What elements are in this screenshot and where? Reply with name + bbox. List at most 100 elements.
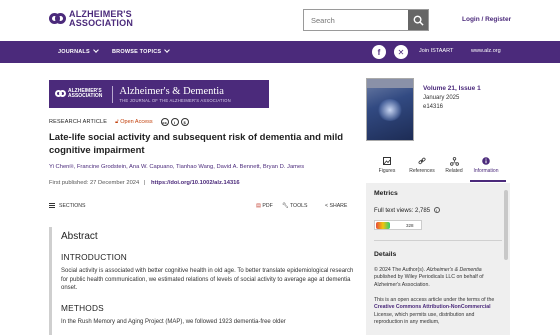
journal-tagline: THE JOURNAL OF THE ALZHEIMER'S ASSOCIATI… bbox=[119, 97, 231, 103]
open-access-badge[interactable]: 🔓︎ Open Access bbox=[115, 119, 153, 126]
panel-scrollbar[interactable] bbox=[504, 190, 508, 260]
methods-text: In the Rush Memory and Aging Project (MA… bbox=[61, 318, 286, 325]
metrics-heading: Metrics bbox=[374, 190, 398, 197]
share-label: SHARE bbox=[329, 203, 348, 209]
info-tabs: Figures References Related Information bbox=[370, 156, 510, 180]
information-panel: Metrics Full text views: 2,785 i 328 Det… bbox=[366, 183, 510, 335]
open-access-statement: This is an open access article under the… bbox=[374, 297, 502, 326]
oa-text-1: This is an open access article under the… bbox=[374, 297, 495, 303]
chevron-down-icon bbox=[93, 47, 99, 53]
cc-icon: cc bbox=[160, 118, 169, 126]
search-box bbox=[303, 9, 429, 31]
logo-line-2: ASSOCIATION bbox=[69, 17, 134, 28]
image-icon bbox=[383, 157, 391, 165]
network-icon bbox=[449, 156, 459, 166]
copyright-text: © 2024 The Author(s). Alzheimer's & Deme… bbox=[374, 267, 502, 289]
active-tab-indicator bbox=[470, 180, 506, 182]
journal-name: Alzheimer's & Dementia bbox=[119, 85, 224, 97]
banner-logo-line-2: ASSOCIATION bbox=[68, 93, 103, 99]
article-title: Late-life social activity and subsequent… bbox=[49, 132, 344, 156]
issue-volume-link[interactable]: Volume 21, Issue 1 bbox=[423, 84, 481, 94]
views-label: Full text views: bbox=[374, 208, 414, 214]
pdf-button[interactable]: ▤ PDF bbox=[256, 203, 273, 209]
journals-menu[interactable]: JOURNALS bbox=[58, 47, 99, 55]
info-circle-icon[interactable]: i bbox=[433, 207, 440, 213]
wrench-icon: 🔧︎ bbox=[282, 203, 289, 209]
menu-lines-icon bbox=[49, 203, 55, 210]
banner-logo-icon bbox=[55, 89, 66, 99]
sections-label: SECTIONS bbox=[59, 203, 86, 210]
copyright-prefix: © 2024 The Author(s). bbox=[374, 267, 426, 273]
sections-button[interactable]: SECTIONS bbox=[49, 203, 86, 210]
share-button[interactable]: < SHARE bbox=[325, 203, 347, 209]
tab-figures-label: Figures bbox=[378, 168, 396, 174]
x-twitter-icon[interactable]: ✕ bbox=[394, 45, 408, 59]
pdf-icon: ▤ bbox=[256, 203, 261, 209]
tab-references-label: References bbox=[409, 168, 435, 174]
journal-cover-image[interactable] bbox=[366, 78, 414, 141]
tab-figures[interactable]: Figures bbox=[370, 156, 404, 174]
search-input[interactable] bbox=[304, 10, 408, 31]
tools-button[interactable]: 🔧︎ TOOLS bbox=[282, 203, 307, 209]
introduction-heading: INTRODUCTION bbox=[61, 252, 128, 262]
copyright-journal: Alzheimer's & Dementia bbox=[426, 267, 482, 273]
info-icon bbox=[482, 157, 490, 165]
article-number: e14316 bbox=[423, 104, 444, 110]
altmetric-donut-icon bbox=[376, 221, 390, 229]
journal-banner[interactable]: ALZHEIMER'S ASSOCIATION Alzheimer's & De… bbox=[49, 80, 269, 108]
join-istaart-link[interactable]: Join ISTAART bbox=[419, 48, 453, 54]
divider bbox=[374, 240, 502, 241]
oa-text-2: License, which permits use, distribution… bbox=[374, 311, 475, 325]
article-type: RESEARCH ARTICLE bbox=[49, 119, 108, 125]
browse-topics-label: BROWSE TOPICS bbox=[112, 49, 162, 55]
author-link[interactable]: Yi Chen bbox=[49, 164, 69, 170]
tab-information[interactable]: Information bbox=[469, 156, 503, 174]
facebook-icon[interactable]: f bbox=[372, 45, 386, 59]
tab-related-label: Related bbox=[445, 168, 463, 174]
published-date: 27 December 2024 bbox=[89, 180, 140, 186]
pdf-label: PDF bbox=[262, 203, 273, 209]
abstract-section: Abstract INTRODUCTION Social activity is… bbox=[49, 227, 354, 335]
abstract-heading: Abstract bbox=[61, 231, 98, 242]
alzheimers-association-logo[interactable]: ALZHEIMER'S ASSOCIATION bbox=[49, 10, 133, 27]
open-access-label: Open Access bbox=[120, 118, 153, 125]
article-meta: RESEARCH ARTICLE 🔓︎ Open Access cc i $ bbox=[49, 118, 191, 126]
article-toolbar: SECTIONS ▤ PDF 🔧︎ TOOLS < SHARE bbox=[49, 203, 353, 215]
search-icon bbox=[413, 15, 424, 26]
tab-related[interactable]: Related bbox=[437, 156, 471, 174]
tab-information-label: Information bbox=[473, 168, 499, 174]
doi-link[interactable]: https://doi.org/10.1002/alz.14316 bbox=[151, 180, 240, 186]
tools-label: TOOLS bbox=[289, 203, 308, 209]
login-register-link[interactable]: Login / Register bbox=[462, 16, 511, 23]
license-icons[interactable]: cc i $ bbox=[160, 118, 191, 126]
share-icon: < bbox=[325, 203, 329, 209]
issue-date: January 2025 bbox=[423, 94, 460, 101]
methods-heading: METHODS bbox=[61, 302, 104, 313]
full-text-views: Full text views: 2,785 i bbox=[374, 207, 440, 214]
issue-info: Volume 21, Issue 1 January 2025 e14316 bbox=[423, 84, 481, 113]
unlock-icon: 🔓︎ bbox=[115, 118, 119, 125]
published-label: First published: bbox=[49, 180, 89, 186]
main-nav: JOURNALS BROWSE TOPICS f ✕ Join ISTAART … bbox=[0, 41, 560, 63]
alz-org-link[interactable]: www.alz.org bbox=[471, 48, 501, 54]
license-link[interactable]: Creative Commons Attribution-NonCommerci… bbox=[374, 304, 491, 310]
logo-mark-icon bbox=[49, 11, 66, 27]
copyright-suffix: published by Wiley Periodicals LLC on be… bbox=[374, 274, 484, 288]
author-list: Yi Chen✉, Francine Grodstein, Ana W. Cap… bbox=[49, 164, 304, 170]
altmetric-score: 328 bbox=[406, 222, 414, 228]
by-icon: i bbox=[170, 118, 179, 126]
tab-references[interactable]: References bbox=[405, 156, 439, 174]
separator: | bbox=[143, 180, 146, 186]
browse-topics-menu[interactable]: BROWSE TOPICS bbox=[112, 47, 171, 55]
chevron-down-icon bbox=[164, 47, 171, 53]
link-icon bbox=[418, 157, 426, 165]
publication-info: First published: 27 December 2024 | http… bbox=[49, 180, 240, 186]
altmetric-badge[interactable]: 328 bbox=[374, 220, 422, 230]
views-value: 2,785 bbox=[415, 208, 431, 214]
author-links[interactable]: , Francine Grodstein, Ana W. Capuano, Ti… bbox=[74, 164, 305, 170]
search-button[interactable] bbox=[408, 10, 428, 30]
nc-icon: $ bbox=[180, 118, 189, 126]
site-header: ALZHEIMER'S ASSOCIATION Login / Register bbox=[0, 0, 560, 40]
journals-label: JOURNALS bbox=[58, 49, 90, 55]
details-heading: Details bbox=[374, 251, 397, 258]
